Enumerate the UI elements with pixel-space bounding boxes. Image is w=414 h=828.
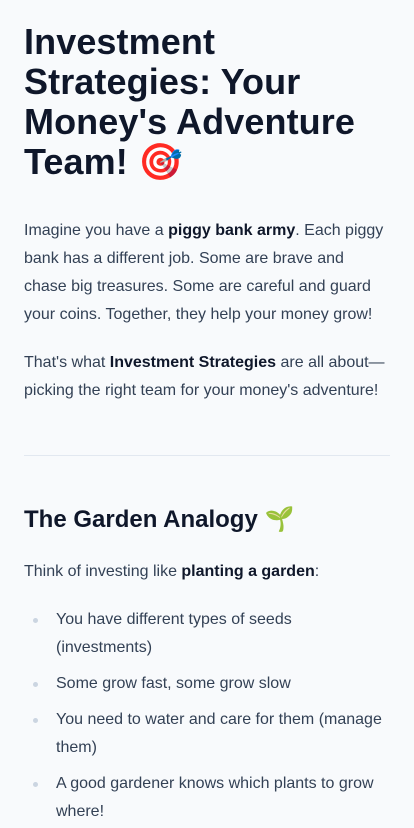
seedling-icon: 🌱 [264,505,295,533]
intro-p1-highlight: piggy bank army [168,222,296,239]
list-item: You need to water and care for them (man… [24,706,390,762]
list-item-text: You have different types of seeds (inves… [56,611,292,656]
garden-heading: The Garden Analogy 🌱 [24,503,390,536]
garden-lead-text-after: : [314,563,320,580]
list-item: You have different types of seeds (inves… [24,606,390,662]
bullet-icon [33,682,38,687]
intro-p2-text-before: That's what [24,354,110,371]
list-item: A good gardener knows which plants to gr… [24,770,390,826]
garden-lead-paragraph: Think of investing like planting a garde… [24,558,390,586]
garden-lead-text-before: Think of investing like [24,563,182,580]
bullet-icon [33,782,38,787]
intro-p1-text-before: Imagine you have a [24,222,169,239]
list-item: Some grow fast, some grow slow [24,670,390,698]
list-item-text: You need to water and care for them (man… [56,711,382,756]
garden-lead-highlight: planting a garden [181,563,315,580]
section-divider [24,455,390,456]
intro-p2-highlight: Investment Strategies [109,354,277,371]
page-title: Investment Strategies: Your Money's Adve… [24,22,390,183]
garden-list: You have different types of seeds (inves… [24,606,390,826]
list-item-text: Some grow fast, some grow slow [56,675,291,692]
list-item-text: A good gardener knows which plants to gr… [56,775,374,820]
target-icon: 🎯 [137,142,183,183]
garden-heading-text: The Garden Analogy [24,506,258,533]
bullet-icon [33,718,38,723]
intro-paragraph-2: That's what Investment Strategies are al… [24,349,390,405]
page-title-text: Investment Strategies: Your Money's Adve… [24,21,355,182]
article: Investment Strategies: Your Money's Adve… [0,0,414,826]
intro-paragraph-1: Imagine you have a piggy bank army. Each… [24,217,390,329]
bullet-icon [33,618,38,623]
